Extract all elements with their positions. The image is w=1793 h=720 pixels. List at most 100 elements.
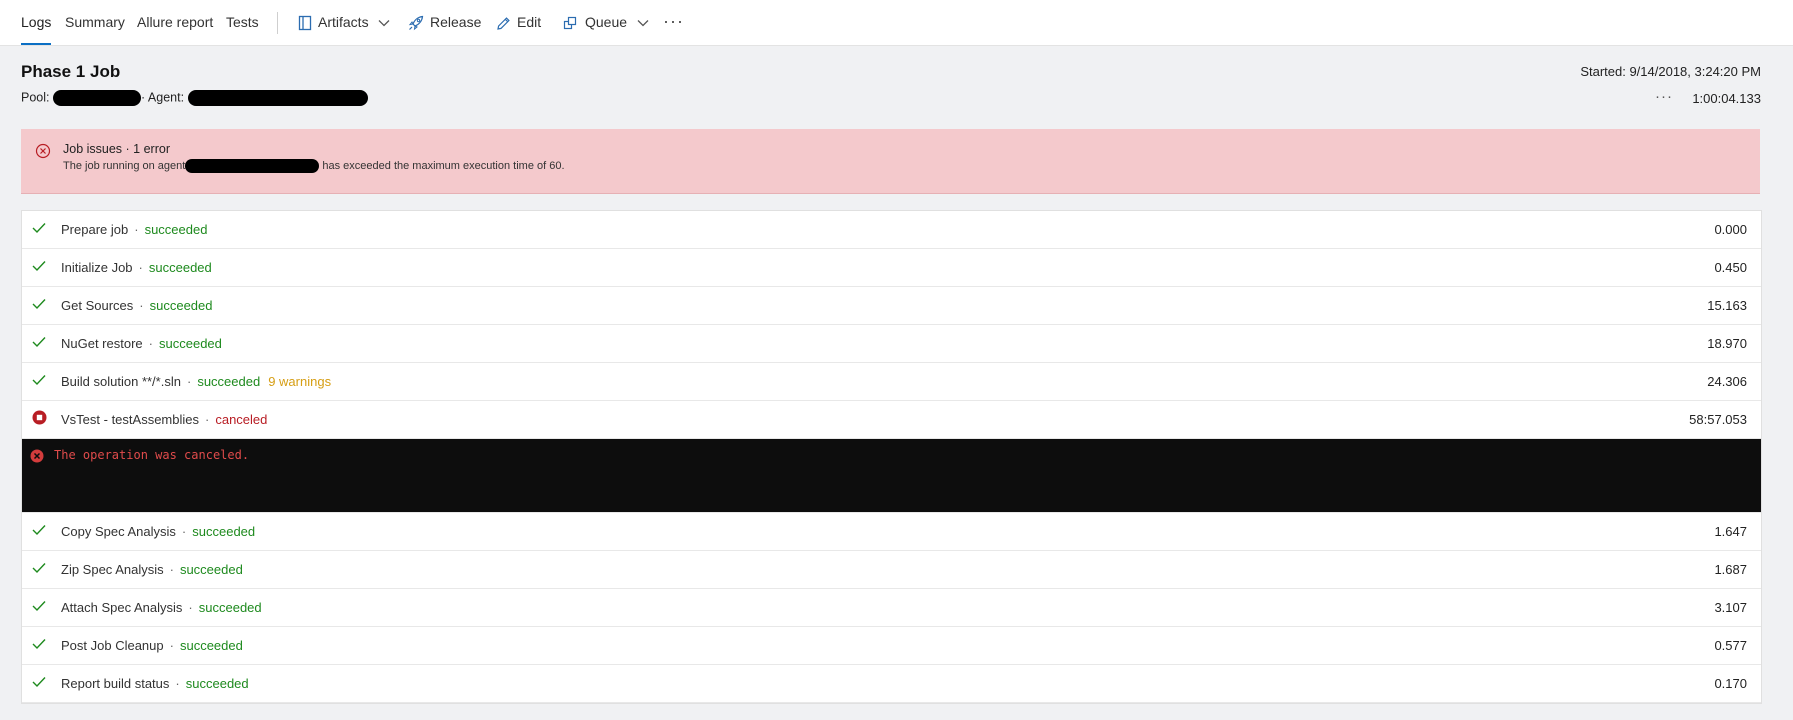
separator-dot: · [188, 600, 193, 615]
check-icon [32, 261, 46, 272]
status-canceled-icon [32, 410, 47, 428]
step-duration: 0.170 [1714, 676, 1747, 691]
redacted-agent-name [187, 90, 368, 106]
artifacts-icon [298, 16, 312, 31]
job-more-options-button[interactable]: ··· [1655, 88, 1673, 105]
step-row[interactable]: Post Job Cleanup · succeeded 0.577 [22, 627, 1761, 665]
step-status: succeeded [179, 638, 243, 653]
step-label-group: Report build status · succeeded [61, 676, 249, 691]
status-success-icon [32, 298, 46, 313]
tab-summary[interactable]: Summary [65, 0, 125, 45]
step-status: succeeded [198, 600, 262, 615]
job-title: Phase 1 Job [21, 62, 121, 81]
step-name: Initialize Job [61, 260, 133, 275]
status-success-icon [32, 524, 46, 539]
status-success-icon [32, 600, 46, 615]
tab-tests[interactable]: Tests [226, 0, 259, 45]
redacted-pool-name [52, 90, 141, 106]
step-status: canceled [215, 412, 268, 427]
step-label-group: Copy Spec Analysis · succeeded [61, 524, 255, 539]
step-name: Post Job Cleanup [61, 638, 164, 653]
tab-allure-report[interactable]: Allure report [137, 0, 213, 45]
step-row[interactable]: Report build status · succeeded 0.170 [22, 665, 1761, 703]
step-warnings[interactable]: 9 warnings [268, 374, 331, 389]
step-row[interactable]: Initialize Job · succeeded 0.450 [22, 249, 1761, 287]
separator-dot: · [148, 336, 153, 351]
more-actions-button[interactable]: ··· [663, 0, 684, 45]
job-issues-title: Job issues · 1 error [63, 142, 170, 156]
separator-dot: · [181, 524, 187, 539]
tab-logs[interactable]: Logs [21, 0, 52, 45]
step-duration: 1.687 [1714, 562, 1747, 577]
step-duration: 0.000 [1714, 222, 1747, 237]
step-duration: 3.107 [1714, 600, 1747, 615]
check-icon [32, 639, 46, 650]
check-icon [32, 375, 46, 386]
step-row[interactable]: Prepare job · succeeded 0.000 [22, 211, 1761, 249]
status-success-icon [32, 260, 46, 275]
separator-dot: · [169, 638, 174, 653]
step-row[interactable]: Get Sources · succeeded 15.163 [22, 287, 1761, 325]
pencil-icon [497, 17, 510, 30]
step-name: Report build status [61, 676, 170, 691]
step-duration: 0.577 [1714, 638, 1747, 653]
separator-dot: · [138, 260, 143, 275]
step-name: Zip Spec Analysis [61, 562, 164, 577]
step-name: Attach Spec Analysis [61, 600, 183, 615]
step-row[interactable]: Attach Spec Analysis · succeeded 3.107 [22, 589, 1761, 627]
queue-button[interactable]: Queue [563, 0, 649, 45]
check-icon [32, 525, 46, 536]
release-label: Release [430, 14, 482, 30]
queue-icon [563, 17, 577, 30]
step-name: Copy Spec Analysis [61, 524, 176, 539]
top-navigation-bar: Logs Summary Allure report Tests Artifac… [0, 0, 1793, 46]
canceled-stop-icon [32, 410, 47, 425]
issue-message-suffix: has exceeded the maximum execution time … [322, 159, 565, 172]
console-error-message: The operation was canceled. [54, 448, 250, 462]
step-label-group: Post Job Cleanup · succeeded [61, 638, 243, 653]
step-status: succeeded [197, 374, 261, 389]
step-row[interactable]: NuGet restore · succeeded 18.970 [22, 325, 1761, 363]
separator-dot: · [205, 412, 210, 427]
rocket-icon [408, 16, 424, 31]
artifacts-label: Artifacts [318, 14, 369, 30]
step-name: Build solution **/*.sln [61, 374, 181, 389]
separator-dot: · [169, 562, 174, 577]
artifacts-button[interactable]: Artifacts [298, 0, 390, 45]
step-label-group: Build solution **/*.sln · succeeded 9 warni… [61, 374, 331, 389]
release-button[interactable]: Release [408, 0, 481, 45]
step-duration: 1.647 [1714, 524, 1747, 539]
check-icon [32, 601, 46, 612]
error-icon [30, 449, 44, 463]
step-label-group: Initialize Job · succeeded [61, 260, 212, 275]
edit-button[interactable]: Edit [496, 0, 541, 45]
check-icon [32, 223, 46, 234]
job-steps-list: Prepare job · succeeded 0.000 Initialize Job… [21, 210, 1762, 704]
step-name: Prepare job [61, 222, 129, 237]
step-status: succeeded [148, 260, 212, 275]
step-row[interactable]: VsTest - testAssemblies · canceled 58:57.05… [22, 401, 1761, 439]
status-success-icon [32, 336, 46, 351]
step-label-group: Zip Spec Analysis · succeeded [61, 562, 243, 577]
step-label-group: Prepare job · succeeded [61, 222, 207, 237]
step-status: succeeded [179, 562, 243, 577]
edit-label: Edit [517, 14, 542, 30]
status-success-icon [32, 222, 46, 237]
step-name: NuGet restore [61, 336, 143, 351]
step-row[interactable]: Copy Spec Analysis · succeeded 1.647 [22, 513, 1761, 551]
step-label-group: Get Sources · succeeded [61, 298, 213, 313]
chevron-down-icon [637, 20, 649, 27]
step-row[interactable]: Build solution **/*.sln · succeeded 9 warni… [22, 363, 1761, 401]
step-duration: 58:57.053 [1689, 412, 1747, 427]
job-issues-message: The job running on agent has exceeded th… [63, 159, 565, 173]
check-icon [32, 563, 46, 574]
step-label-group: NuGet restore · succeeded [61, 336, 222, 351]
step-row[interactable]: Zip Spec Analysis · succeeded 1.687 [22, 551, 1761, 589]
step-label-group: Attach Spec Analysis · succeeded [61, 600, 262, 615]
toolbar-divider [277, 12, 278, 34]
status-success-icon [32, 676, 46, 691]
separator-dot: · [175, 676, 180, 691]
step-duration: 18.970 [1707, 336, 1747, 351]
chevron-down-icon [379, 20, 390, 27]
issue-message-prefix: The job running on agent [63, 159, 186, 172]
